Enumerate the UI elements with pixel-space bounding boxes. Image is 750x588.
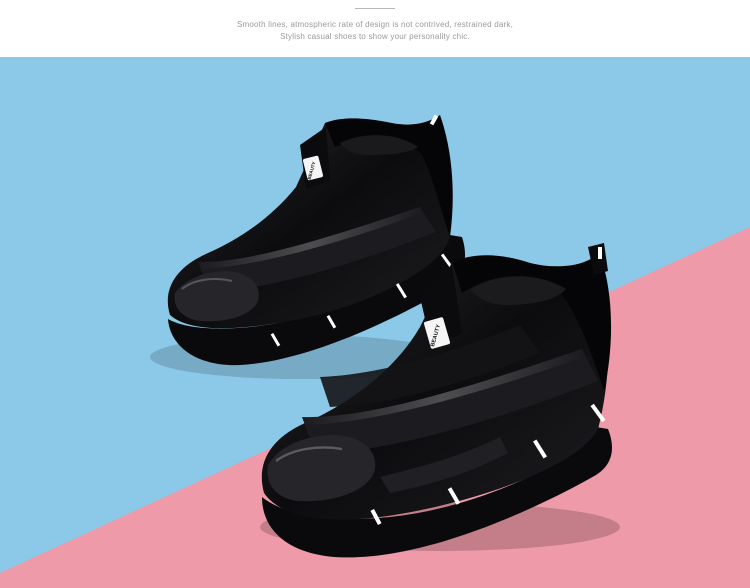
header-banner: Smooth lines, atmospheric rate of design…	[0, 0, 750, 57]
tagline-line-1: Smooth lines, atmospheric rate of design…	[236, 20, 514, 29]
tagline-line-2: Stylish casual shoes to show your person…	[280, 32, 470, 41]
tagline: Smooth lines, atmospheric rate of design…	[237, 19, 513, 43]
product-photo: BEAUTY BEAUTY	[0, 57, 750, 588]
product-detail-page: Smooth lines, atmospheric rate of design…	[0, 0, 750, 588]
header-divider	[355, 8, 395, 9]
